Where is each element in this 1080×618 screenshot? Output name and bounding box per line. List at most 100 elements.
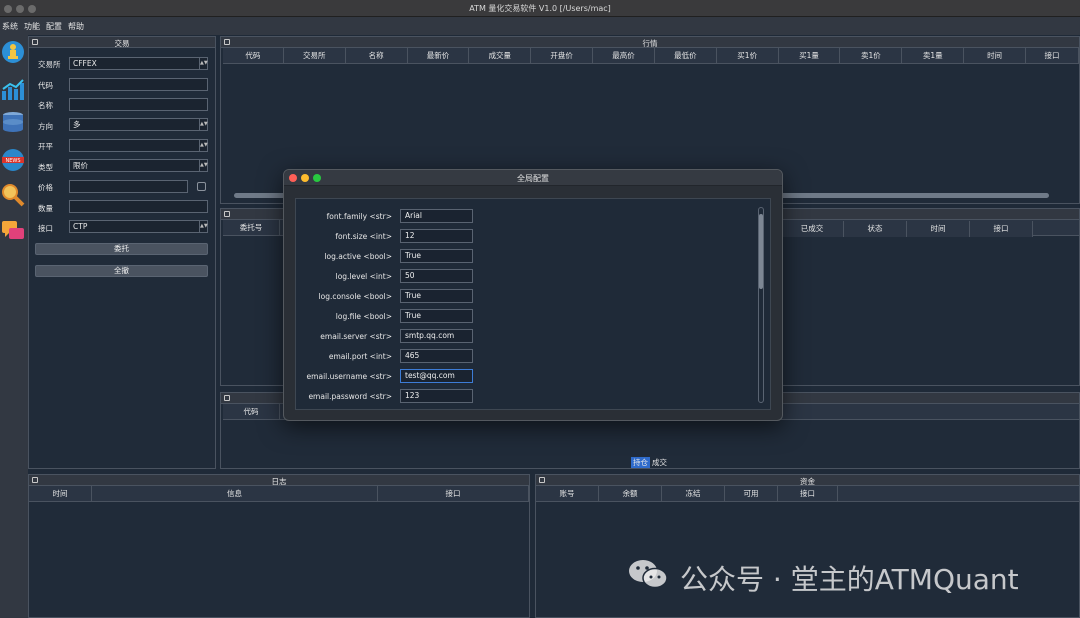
gateway-select[interactable]: CTP ▲▼ <box>69 220 208 233</box>
config-value-input[interactable]: smtp.qq.com <box>400 329 473 343</box>
config-value-input[interactable]: Arial <box>400 209 473 223</box>
menu-help[interactable]: 帮助 <box>68 21 84 32</box>
column-header[interactable]: 委托号 <box>223 220 280 235</box>
column-header[interactable]: 账号 <box>536 486 599 501</box>
order-type-label: 类型 <box>38 163 53 172</box>
column-header[interactable]: 接口 <box>778 486 838 501</box>
column-header[interactable]: 代码 <box>223 404 280 419</box>
dialog-title: 全局配置 <box>517 174 549 183</box>
config-row: log.file <bool> True <box>296 309 756 323</box>
config-value-input[interactable]: True <box>400 289 473 303</box>
column-header[interactable]: 状态 <box>844 221 907 237</box>
name-input[interactable] <box>69 98 208 111</box>
global-config-dialog: 全局配置 font.family <str> Arial font.size <i… <box>283 169 783 421</box>
menu-function[interactable]: 功能 <box>24 21 40 32</box>
column-header[interactable]: 卖1量 <box>902 48 965 63</box>
exchange-label: 交易所 <box>38 60 61 69</box>
config-value-input[interactable]: 50 <box>400 269 473 283</box>
config-key: log.console <bool> <box>318 292 392 301</box>
column-header[interactable]: 时间 <box>964 48 1026 63</box>
column-header[interactable]: 最低价 <box>655 48 717 63</box>
config-row: log.console <bool> True <box>296 289 756 303</box>
config-list: font.family <str> Arial font.size <int> 12… <box>295 198 771 410</box>
price-label: 价格 <box>38 183 53 192</box>
account-table-header: 账号 余额 冻结 可用 接口 <box>536 486 1079 502</box>
log-table-header: 时间 信息 接口 <box>29 486 529 502</box>
config-key: log.file <bool> <box>335 312 392 321</box>
bar-chart-icon[interactable] <box>1 77 25 101</box>
column-header[interactable]: 交易所 <box>284 48 346 63</box>
column-header[interactable]: 冻结 <box>662 486 725 501</box>
column-header[interactable]: 接口 <box>1026 48 1079 63</box>
news-globe-icon[interactable]: NEWS <box>1 148 25 172</box>
exchange-select[interactable]: CFFEX ▲▼ <box>69 57 208 70</box>
config-key: log.level <int> <box>335 272 392 281</box>
config-value-input[interactable]: 123 <box>400 389 473 403</box>
config-key: email.password <str> <box>308 392 392 401</box>
column-header[interactable]: 最新价 <box>408 48 470 63</box>
config-key: log.active <bool> <box>324 252 392 261</box>
direction-label: 方向 <box>38 122 53 131</box>
menu-system[interactable]: 系统 <box>2 21 18 32</box>
menu-bar: 系统 功能 配置 帮助 <box>0 17 1080 35</box>
column-header[interactable]: 接口 <box>970 221 1033 237</box>
tab-positions[interactable]: 持仓 <box>631 457 650 468</box>
config-value-input[interactable]: test@qq.com <box>400 369 473 383</box>
symbol-label: 代码 <box>38 81 53 90</box>
float-icon[interactable] <box>224 395 230 401</box>
log-panel: 日志 时间 信息 接口 <box>28 474 530 618</box>
chat-icon[interactable] <box>1 219 25 243</box>
volume-input[interactable] <box>69 200 208 213</box>
window-title: ATM 量化交易软件 V1.0 [/Users/mac] <box>469 4 611 13</box>
database-icon[interactable] <box>1 110 25 134</box>
column-header[interactable]: 最高价 <box>593 48 655 63</box>
config-row: email.port <int> 465 <box>296 349 756 363</box>
config-row: log.level <int> 50 <box>296 269 756 283</box>
offset-select[interactable]: ▲▼ <box>69 139 208 152</box>
column-header[interactable]: 名称 <box>346 48 408 63</box>
chevron-down-icon: ▲▼ <box>199 119 208 130</box>
column-header[interactable]: 成交量 <box>469 48 532 63</box>
config-row: font.size <int> 12 <box>296 229 756 243</box>
chevron-down-icon: ▲▼ <box>199 221 208 232</box>
symbol-input[interactable] <box>69 78 208 91</box>
volume-label: 数量 <box>38 204 53 213</box>
column-header[interactable]: 代码 <box>223 48 284 63</box>
price-input[interactable] <box>69 180 188 193</box>
column-header[interactable]: 买1量 <box>779 48 841 63</box>
config-value-input[interactable]: 465 <box>400 349 473 363</box>
order-type-select[interactable]: 限价 ▲▼ <box>69 159 208 172</box>
send-order-button[interactable]: 委托 <box>35 243 208 255</box>
column-header[interactable]: 接口 <box>378 486 529 501</box>
menu-config[interactable]: 配置 <box>46 21 62 32</box>
gateway-label: 接口 <box>38 224 53 233</box>
column-header[interactable]: 余额 <box>599 486 662 501</box>
config-value-input[interactable]: True <box>400 309 473 323</box>
column-header[interactable]: 已成交 <box>781 221 844 237</box>
chevron-down-icon: ▲▼ <box>199 58 208 69</box>
float-icon[interactable] <box>224 211 230 217</box>
column-header[interactable]: 信息 <box>92 486 378 501</box>
direction-select[interactable]: 多 ▲▼ <box>69 118 208 131</box>
orders-table-header-right: 已成交 状态 时间 接口 <box>781 221 1033 237</box>
column-header[interactable]: 时间 <box>29 486 92 501</box>
column-header[interactable]: 开盘价 <box>531 48 594 63</box>
price-checkbox[interactable] <box>197 182 206 191</box>
config-key: email.username <str> <box>306 372 392 381</box>
config-value-input[interactable]: 12 <box>400 229 473 243</box>
left-toolbar: NEWS <box>0 35 28 618</box>
tab-trades[interactable]: 成交 <box>650 457 669 468</box>
offset-label: 开平 <box>38 142 53 151</box>
chess-pawn-icon[interactable] <box>1 40 25 64</box>
vertical-scrollbar[interactable] <box>758 207 764 403</box>
search-icon[interactable] <box>1 183 25 207</box>
trade-panel-title: 交易 <box>114 39 130 48</box>
column-header[interactable]: 可用 <box>725 486 778 501</box>
chevron-down-icon: ▲▼ <box>199 160 208 171</box>
market-panel-title: 行情 <box>642 39 658 48</box>
column-header[interactable]: 卖1价 <box>840 48 903 63</box>
cancel-all-button[interactable]: 全撤 <box>35 265 208 277</box>
column-header[interactable]: 时间 <box>907 221 970 237</box>
config-value-input[interactable]: True <box>400 249 473 263</box>
column-header[interactable]: 买1价 <box>717 48 779 63</box>
